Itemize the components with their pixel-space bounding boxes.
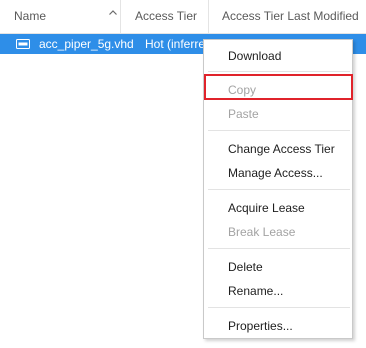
column-header-name[interactable]: Name (0, 0, 121, 33)
menu-item-label: Download (228, 49, 282, 63)
disk-file-icon (16, 39, 30, 49)
menu-separator (208, 307, 350, 308)
row-name-cell: acc_piper_5g.vhd (39, 37, 134, 51)
column-header-access-tier-last-modified-label: Access Tier Last Modified (222, 9, 359, 23)
column-header-access-tier-last-modified[interactable]: Access Tier Last Modified (209, 0, 366, 33)
menu-item-properties[interactable]: Properties... (204, 315, 352, 337)
column-header-access-tier-label: Access Tier (135, 9, 198, 23)
column-header-row: Name Access Tier Access Tier Last Modifi… (0, 0, 366, 34)
menu-item-paste[interactable]: Paste (204, 103, 352, 125)
row-access-tier-cell: Hot (inferred) (145, 37, 205, 51)
menu-item-delete[interactable]: Delete (204, 256, 352, 278)
menu-separator (208, 189, 350, 190)
menu-item-break-lease[interactable]: Break Lease (204, 221, 352, 243)
menu-item-label: Paste (228, 107, 259, 121)
menu-item-label: Rename... (228, 284, 284, 298)
copy-highlight-box (204, 74, 353, 100)
menu-separator (208, 248, 350, 249)
menu-item-label: Change Access Tier (228, 142, 335, 156)
menu-item-label: Delete (228, 260, 263, 274)
menu-item-acquire-lease[interactable]: Acquire Lease (204, 197, 352, 219)
menu-item-label: Manage Access... (228, 166, 323, 180)
menu-item-manage-access[interactable]: Manage Access... (204, 162, 352, 184)
menu-separator (208, 71, 350, 72)
menu-item-change-access-tier[interactable]: Change Access Tier (204, 138, 352, 160)
menu-item-download[interactable]: Download (204, 45, 352, 67)
menu-separator (208, 130, 350, 131)
menu-item-label: Properties... (228, 319, 293, 333)
menu-item-label: Acquire Lease (228, 201, 305, 215)
column-header-name-label: Name (14, 9, 47, 23)
column-header-access-tier[interactable]: Access Tier (121, 0, 209, 33)
blob-explorer-view: Name Access Tier Access Tier Last Modifi… (0, 0, 366, 348)
menu-item-label: Break Lease (228, 225, 296, 239)
menu-item-rename[interactable]: Rename... (204, 280, 352, 302)
chevron-up-icon[interactable] (108, 8, 118, 18)
